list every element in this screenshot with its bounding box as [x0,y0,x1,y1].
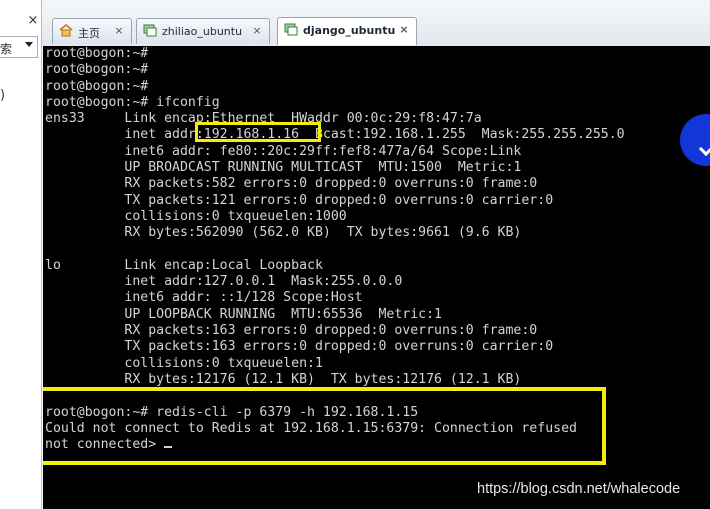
sidebar-panel: × 索 ) [0,0,42,509]
terminal-line: inet6 addr: ::1/128 Scope:Host [45,290,363,306]
terminal-line: root@bogon:~# [45,78,149,94]
terminal-line: inet addr:127.0.0.1 Mask:255.0.0.0 [45,274,403,290]
close-icon[interactable]: × [26,14,40,28]
tab-home[interactable]: 主页 × [52,18,132,44]
chevron-down-icon [698,141,710,157]
close-icon[interactable]: × [250,24,264,38]
home-icon [59,23,73,37]
tab-label: django_ubuntu [303,24,396,37]
redis-command-highlight [43,387,606,465]
terminal-line: collisions:0 txqueuelen:1 [45,355,323,371]
terminal-line: RX packets:163 errors:0 dropped:0 overru… [45,323,538,339]
terminal-line: root@bogon:~# [45,62,149,78]
close-icon[interactable]: × [397,23,411,37]
tab-label: zhiliao_ubuntu [162,25,243,38]
terminal-line: TX packets:163 errors:0 dropped:0 overru… [45,339,554,355]
vm-icon [143,24,157,37]
vm-icon [284,23,298,36]
terminal-line: RX bytes:12176 (12.1 KB) TX bytes:12176 … [45,371,522,387]
terminal-console[interactable]: root@bogon:~# root@bogon:~# root@bogon:~… [43,46,710,509]
terminal-line: collisions:0 txqueuelen:1000 [45,208,347,224]
sidebar-search-field[interactable]: 索 [0,36,38,58]
terminal-line: root@bogon:~# [45,46,149,61]
terminal-line: inet addr:192.168.1.16 Bcast:192.168.1.2… [45,127,625,143]
close-icon[interactable]: × [112,24,126,38]
chevron-down-icon[interactable] [25,42,33,47]
sidebar-field-text: 索 [0,42,13,56]
terminal-line: UP LOOPBACK RUNNING MTU:65536 Metric:1 [45,306,442,322]
terminal-line: lo Link encap:Local Loopback [45,257,323,273]
terminal-line: RX packets:582 errors:0 dropped:0 overru… [45,176,538,192]
ip-address-highlight [195,122,321,142]
tab-label: 主页 [78,27,100,40]
sidebar-text-fragment: ) [0,88,6,103]
terminal-line: inet6 addr: fe80::20c:29ff:fef8:477a/64 … [45,143,522,159]
terminal-line: TX packets:121 errors:0 dropped:0 overru… [45,192,554,208]
terminal-line: UP BROADCAST RUNNING MULTICAST MTU:1500 … [45,160,522,176]
terminal-line: root@bogon:~# ifconfig [45,94,220,110]
tab-django-ubuntu[interactable]: django_ubuntu × [277,17,417,45]
watermark: https://blog.csdn.net/whalecode [477,481,681,497]
terminal-line: RX bytes:562090 (562.0 KB) TX bytes:9661… [45,225,522,241]
tab-zhiliao-ubuntu[interactable]: zhiliao_ubuntu × [136,18,270,44]
